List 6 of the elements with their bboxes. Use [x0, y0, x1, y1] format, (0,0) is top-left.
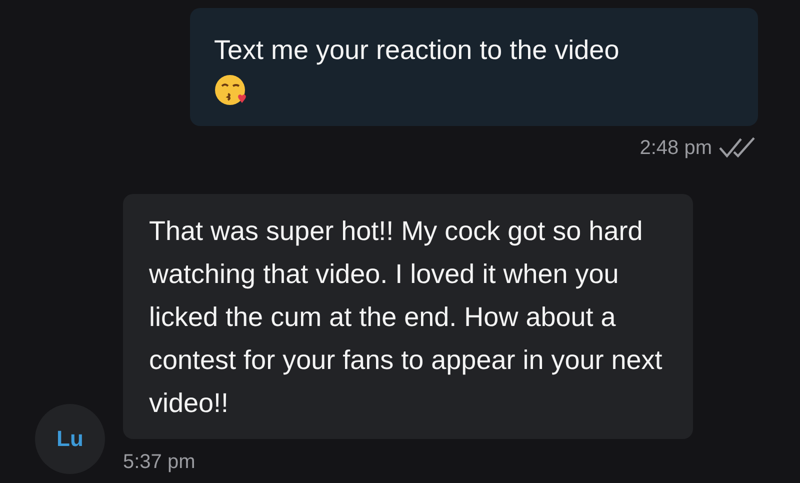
- message-text: Text me your reaction to the video: [214, 35, 620, 65]
- kiss-emoji-icon: [214, 74, 248, 108]
- message-time: 2:48 pm: [640, 136, 712, 160]
- message-time: 5:37 pm: [123, 451, 196, 474]
- avatar[interactable]: Lu: [35, 404, 105, 474]
- message-bubble: That was super hot!! My cock got so hard watching that video. I loved it when you licked the cum at the end. How about a contest for your fans to appear in your next video!!: [123, 194, 693, 439]
